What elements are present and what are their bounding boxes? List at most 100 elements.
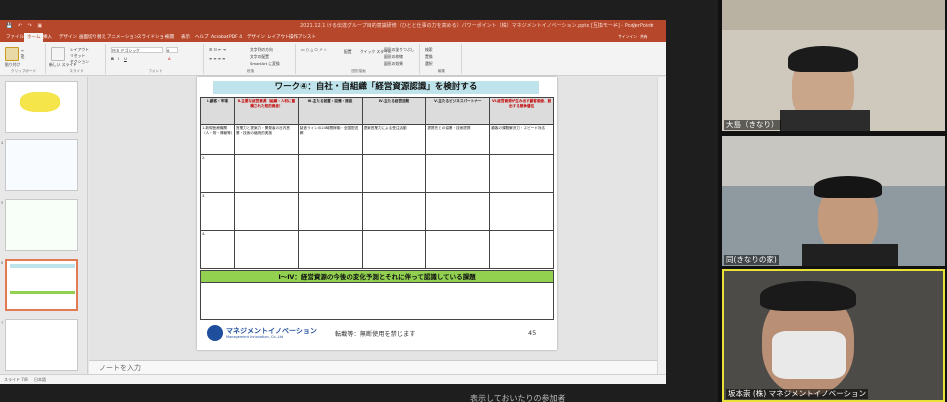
table-cell[interactable]	[297, 154, 363, 193]
logo-mark-icon	[207, 325, 223, 341]
participant-video[interactable]: 同(きなりの家)	[722, 136, 945, 266]
font-color-button[interactable]: A	[168, 56, 171, 61]
table-row: 3.	[200, 192, 554, 231]
shapes-gallery[interactable]: ▭ ○ △ ⬠ ↗ ☆	[301, 47, 327, 52]
table-cell[interactable]	[361, 154, 427, 193]
table-cell[interactable]	[489, 230, 554, 269]
participant-hair	[760, 281, 856, 311]
language-indicator: 日本語	[34, 377, 46, 382]
table-cell[interactable]	[234, 192, 299, 231]
font-name-select[interactable]: ＭＳ Ｐゴシック	[111, 47, 163, 53]
replace-button[interactable]: 置換	[425, 54, 433, 60]
table-cell[interactable]	[297, 230, 363, 269]
table-cell[interactable]	[234, 154, 299, 193]
title-bar: 💾 ↶ ↷ ▣ 2021.12.1 ける伝達グループ目的意識研修（ひとと仕事の力…	[0, 20, 666, 32]
bullets-icon[interactable]: ☰ ☷ ⇤ ⇥	[209, 47, 226, 52]
table-cell[interactable]: 1.新規医療機関（人・物・情報等）	[200, 124, 235, 155]
table-cell[interactable]	[425, 192, 491, 231]
window-controls[interactable]: — ▢ ✕	[613, 20, 660, 32]
new-slide-button[interactable]	[51, 47, 65, 61]
ribbon-tab[interactable]: 表示	[178, 33, 193, 42]
current-slide[interactable]: ワーク④：自社・自組織「経営資源認識」を検討する Ⅰ.顧客・市場 Ⅱ.主要な経営…	[197, 77, 557, 350]
font-group: ＭＳ Ｐゴシック 6 B I U A フォント	[108, 44, 204, 74]
share-button[interactable]: 共有	[640, 34, 648, 40]
slides-group: 新しい スライド レイアウト リセット セクション スライド	[48, 44, 106, 74]
slide-thumbnail[interactable]	[5, 319, 78, 371]
signin-link[interactable]: サインイン	[618, 34, 637, 40]
font-size-select[interactable]: 6	[166, 47, 178, 53]
table-cell[interactable]: 提案営業力による受注活動	[361, 124, 427, 155]
shape-outline-button[interactable]: 図形の枠線	[384, 54, 403, 60]
table-cell[interactable]	[361, 230, 427, 269]
table-cell[interactable]	[425, 230, 491, 269]
shape-effects-button[interactable]: 図形の効果	[384, 61, 403, 67]
section-button[interactable]: セクション	[70, 59, 89, 65]
status-bar: スライド 7/8 日本語	[0, 374, 666, 384]
ribbon-tab[interactable]: PDF 4	[226, 33, 245, 42]
quick-access-toolbar[interactable]: 💾 ↶ ↷ ▣	[6, 20, 44, 32]
table-cell[interactable]	[489, 192, 554, 231]
table-row: 2.	[200, 154, 554, 193]
table-cell[interactable]: 製造ラインの24時間稼働・全国配送網	[297, 124, 363, 155]
slide-thumbnail[interactable]	[5, 139, 78, 191]
clipboard-label: クリップボード	[10, 69, 37, 73]
table-cell[interactable]	[297, 192, 363, 231]
cut-icon[interactable]: ✂	[21, 48, 24, 53]
slide-title: ワーク④：自社・自組織「経営資源認識」を検討する	[213, 81, 539, 94]
slide-thumbnail[interactable]	[5, 81, 78, 133]
table-cell[interactable]	[234, 230, 299, 269]
table-cell[interactable]	[425, 154, 491, 193]
slide-thumbnail[interactable]	[5, 199, 78, 251]
paragraph-label: 段落	[246, 69, 255, 73]
participant-video-active[interactable]: 坂本崇 (株) マネジメントイノベーション	[722, 269, 945, 402]
table-cell[interactable]: 4.	[200, 230, 235, 269]
text-direction-button[interactable]: 文字列の方向	[250, 47, 273, 53]
thumbnail-band	[10, 291, 75, 294]
clipboard-group: 貼り付け ✂ ⎘ クリップボード	[2, 44, 46, 74]
resource-table: Ⅰ.顧客・市場 Ⅱ.主要な経営資源（組織・人材に蓄積された知的資産） Ⅲ.主たる…	[200, 97, 554, 269]
select-button[interactable]: 選択	[425, 61, 433, 67]
issues-box[interactable]	[200, 283, 554, 320]
participant-name: 大島（きなり）	[724, 120, 781, 130]
underline-button[interactable]: U	[124, 56, 127, 61]
copy-icon[interactable]: ⎘	[21, 54, 24, 59]
ribbon-tab[interactable]: 挿入	[40, 33, 55, 42]
header-cell: Ⅲ.主たる装置・設備・施設	[297, 97, 363, 125]
paste-button[interactable]	[5, 47, 19, 61]
face-mask	[772, 331, 846, 379]
paragraph-group: ☰ ☷ ⇤ ⇥ ≡ ≡ ≡ ≡ 文字列の方向 文字の配置 SmartArt に変…	[206, 44, 296, 74]
notes-input[interactable]: ノートを入力	[89, 360, 657, 374]
ribbon-tab[interactable]: 校閲	[162, 33, 177, 42]
slides-label: スライド	[69, 69, 84, 73]
shape-fill-button[interactable]: 図形の塗りつぶし	[384, 47, 414, 53]
table-cell[interactable]: 営業力と提案力・開発者の社内営業・技術の継続的実施	[234, 124, 299, 155]
thumbnail-number: 5	[1, 201, 4, 205]
caption-text: 表示しておいたりの参加者	[470, 394, 566, 402]
vertical-scrollbar[interactable]	[657, 77, 666, 374]
slide-thumbnail-selected[interactable]	[5, 259, 78, 311]
header-cell: Ⅵ.経営資源が生み出す顧客価値、創出する競争優位	[489, 97, 554, 125]
align-icon[interactable]: ≡ ≡ ≡ ≡	[209, 56, 225, 61]
participant-video[interactable]: 大島（きなり）	[722, 0, 945, 131]
table-cell[interactable]: 提携先との協業・技術提携	[425, 124, 491, 155]
ribbon-tabs: ファイル ホーム 挿入 デザイン 画面切り替え アニメーション スライドショー 校閲 表示 ヘルプ…	[0, 32, 666, 42]
drawing-group: ▭ ○ △ ⬠ ↗ ☆ 配置 クイック スタイル 図形の塗りつぶし 図形の枠線 …	[298, 44, 420, 74]
ribbon-tab[interactable]: 操作アシスト	[286, 33, 319, 42]
table-cell[interactable]: 3.	[200, 192, 235, 231]
smartart-button[interactable]: SmartArt に変換	[250, 61, 280, 67]
table-cell[interactable]: 顧客の課題解決力・スピード対応	[489, 124, 554, 155]
table-cell[interactable]	[489, 154, 554, 193]
table-cell[interactable]	[361, 192, 427, 231]
arrange-button[interactable]: 配置	[344, 49, 352, 55]
paste-label: 貼り付け	[5, 62, 21, 67]
table-cell[interactable]: 2.	[200, 154, 235, 193]
bold-button[interactable]: B	[111, 56, 114, 61]
thumbnail-graphic	[20, 92, 60, 112]
header-cell: Ⅱ.主要な経営資源（組織・人材に蓄積された知的資産）	[234, 97, 299, 125]
background-shelf	[722, 0, 945, 30]
align-text-button[interactable]: 文字の配置	[250, 54, 269, 60]
italic-button[interactable]: I	[118, 56, 119, 61]
header-row: Ⅰ.顧客・市場 Ⅱ.主要な経営資源（組織・人材に蓄積された知的資産） Ⅲ.主たる…	[200, 97, 554, 125]
find-button[interactable]: 検索	[425, 47, 433, 53]
page-number: 45	[528, 329, 537, 337]
